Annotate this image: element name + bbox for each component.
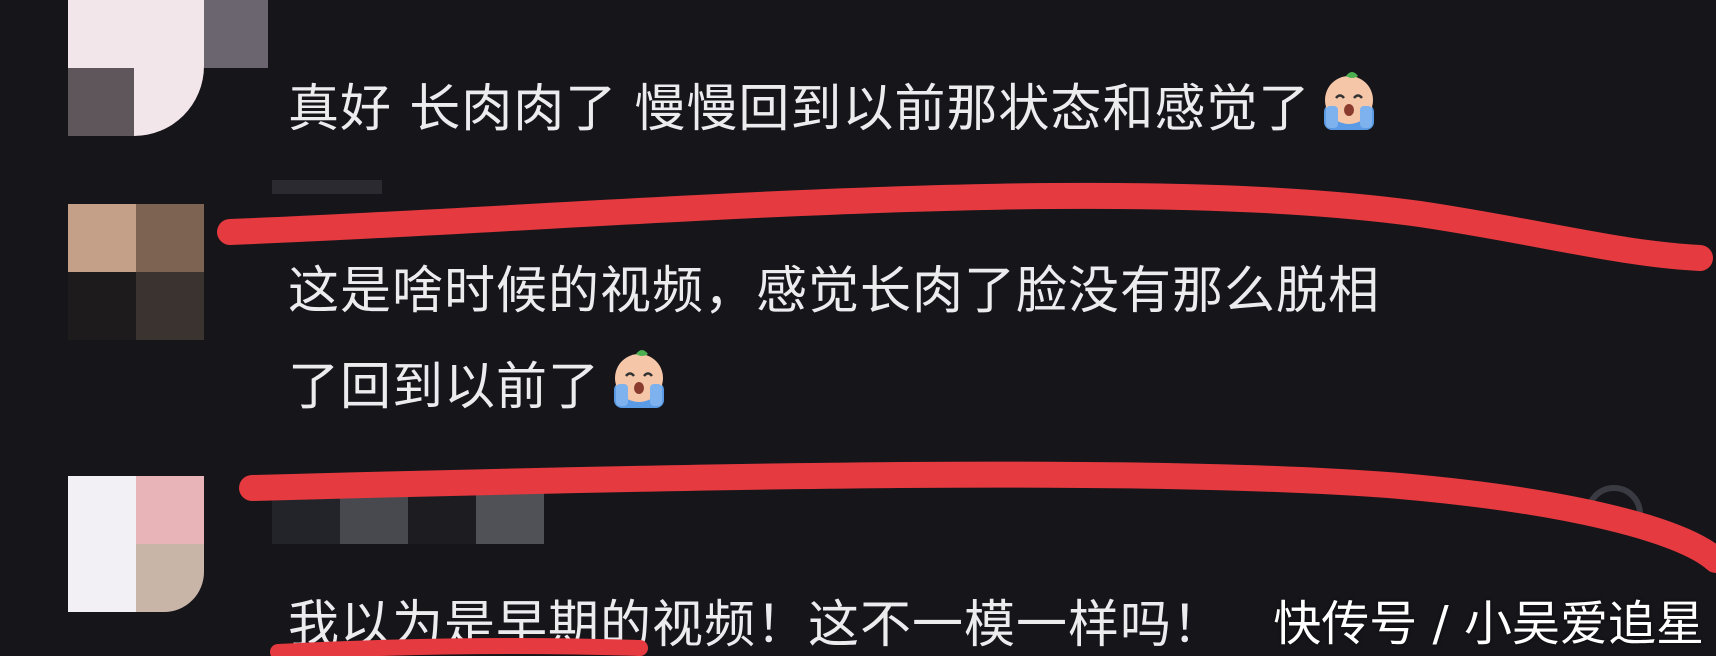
crying-face-emoji-icon — [1324, 72, 1375, 130]
crying-face-emoji-icon — [614, 350, 665, 408]
comment-text: 我以为是早期的视频！这不一模一样吗！ — [288, 596, 1225, 655]
username-redacted — [272, 180, 382, 194]
comment-line: 这是啥时候的视频，感觉长肉了脸没有那么脱相 — [288, 262, 1381, 321]
avatar[interactable] — [68, 204, 204, 340]
like-icon[interactable] — [1584, 478, 1644, 518]
watermark: 快传号 / 小吴爱追星 — [1273, 596, 1704, 652]
username-redacted — [272, 490, 544, 544]
avatar[interactable] — [68, 476, 204, 612]
comment-text: 真好 长肉肉了 慢慢回到以前那状态和感觉了 — [288, 62, 1382, 158]
comment-line: 了回到以前了 — [288, 358, 601, 417]
comment-text: 了回到以前了 — [288, 340, 672, 436]
avatar[interactable] — [68, 0, 268, 136]
comment-text: 这是啥时候的视频，感觉长肉了脸没有那么脱相 — [288, 244, 1380, 340]
comment-screenshot: 真好 长肉肉了 慢慢回到以前那状态和感觉了 这是啥时候的视频，感觉长肉了脸没有那… — [0, 0, 1716, 656]
